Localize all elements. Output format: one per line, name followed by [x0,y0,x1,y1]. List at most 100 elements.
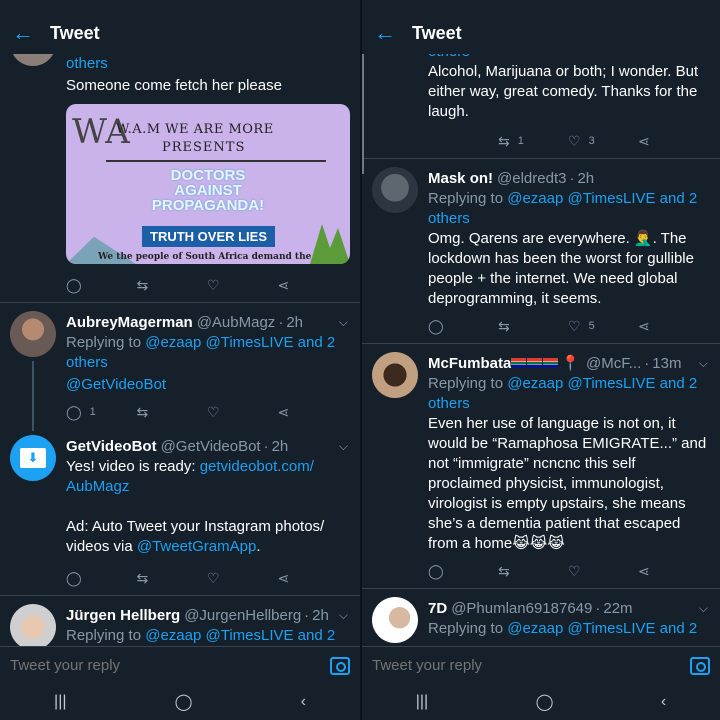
mention-link[interactable]: others [428,395,470,412]
reply-button[interactable]: ◯ [428,318,498,335]
back-button[interactable]: ← [362,12,408,54]
tweet[interactable]: McFumbata 📍 @McF... · 13m ⌵ Replying to … [362,344,720,588]
reply-button[interactable]: ◯ [66,277,137,294]
feed[interactable]: others Someone come fetch her please WA … [0,54,360,646]
like-button[interactable]: ♡ [207,404,278,421]
share-button[interactable]: ⋖ [638,318,708,335]
reply-button[interactable]: ◯ [66,570,137,587]
system-back-button[interactable]: ‹ [661,693,666,711]
tweet[interactable]: Jürgen Hellberg @JurgenHellberg · 2h ⌵ R… [0,596,360,646]
mention-link[interactable]: @ezaap @TimesLIVE and 2 [507,375,697,392]
avatar[interactable] [10,604,56,646]
reply-count: 1 [89,406,96,418]
reply-input[interactable] [10,657,330,674]
handle[interactable]: @eldredt3 [497,170,566,187]
handle[interactable]: @JurgenHellberg [184,607,301,624]
chevron-down-icon[interactable]: ⌵ [339,439,348,454]
tweet[interactable]: others Someone come fetch her please WA … [0,54,360,302]
chevron-down-icon[interactable]: ⌵ [339,608,348,623]
url-link[interactable]: getvideobot.com/ [200,458,314,475]
display-name[interactable]: AubreyMagerman [66,314,193,331]
mention-link[interactable]: others [66,55,108,72]
heart-icon: ♡ [568,132,581,149]
retweet-button[interactable]: ⇆ [137,570,208,587]
share-button[interactable]: ⋖ [278,570,349,587]
mention-link[interactable]: @GetVideoBot [66,376,166,393]
chevron-down-icon[interactable]: ⌵ [339,315,348,330]
text-segment: videos via [66,538,137,555]
tweet[interactable]: Mask on! @eldredt3 · 2h Replying to @eza… [362,159,720,343]
south-africa-flag-icon [543,358,559,368]
mention-link[interactable]: others [428,210,470,227]
share-button[interactable]: ⋖ [278,404,349,421]
back-button[interactable]: ← [0,12,46,54]
retweet-button[interactable]: ⇆ [498,563,568,580]
retweet-button[interactable]: ⇆ [137,277,208,294]
camera-icon[interactable] [330,656,350,675]
reply-bar [0,646,360,684]
like-button[interactable]: ♡ [568,563,638,580]
share-button[interactable]: ⋖ [278,277,349,294]
recent-apps-button[interactable]: ||| [54,693,66,711]
system-back-button[interactable]: ‹ [301,693,306,711]
avatar[interactable] [10,311,56,357]
reply-button[interactable]: ◯ 1 [66,404,137,421]
reply-tail[interactable]: others [66,54,348,74]
tweet[interactable]: AubreyMagerman @AubMagz · 2h ⌵ Replying … [0,303,360,431]
reply-icon: ◯ [66,276,82,293]
avatar[interactable] [372,597,418,643]
display-name[interactable]: McFumbata [428,355,511,372]
retweet-button[interactable]: ⇆ 1 [498,133,568,150]
like-button[interactable]: ♡ [207,570,278,587]
mention-link[interactable]: others [66,354,108,371]
share-icon: ⋖ [638,132,650,149]
share-button[interactable]: ⋖ [638,563,708,580]
retweet-button[interactable]: ⇆ [137,404,208,421]
image-footer: We the people of South Africa demand the [98,252,312,262]
like-button[interactable]: ♡ 3 [568,133,638,150]
like-button[interactable]: ♡ [207,277,278,294]
display-name[interactable]: GetVideoBot [66,438,157,455]
mention-link[interactable]: @ezaap @TimesLIVE and 2 [507,190,697,207]
url-link[interactable]: AubMagz [66,478,129,495]
home-button[interactable]: ◯ [536,692,554,712]
retweet-button[interactable]: ⇆ [498,318,568,335]
recent-apps-button[interactable]: ||| [416,693,428,711]
tweet[interactable]: ⬇ GetVideoBot @GetVideoBot · 2h ⌵ Yes! v… [0,429,360,595]
like-count: 3 [588,135,595,147]
display-name[interactable]: Jürgen Hellberg [66,607,180,624]
separator-dot: · [263,437,269,455]
handle[interactable]: @GetVideoBot [161,438,261,455]
chevron-down-icon[interactable]: ⌵ [699,601,708,616]
header: ← Tweet [362,12,720,54]
handle[interactable]: @Phumlan69187649 [451,600,592,617]
avatar[interactable]: ⬇ [10,435,56,481]
avatar[interactable] [372,352,418,398]
tweet[interactable]: others Alcohol, Marijuana or both; I won… [362,54,720,158]
handle[interactable]: @McF... [586,355,641,372]
mention-link[interactable]: @ezaap @TimesLIVE and 2 [145,334,335,351]
reply-button[interactable]: ◯ [428,563,498,580]
display-name[interactable]: Mask on! [428,170,493,187]
feed[interactable]: others Alcohol, Marijuana or both; I won… [362,54,720,646]
display-name[interactable]: 7D [428,600,447,617]
home-button[interactable]: ◯ [175,692,193,712]
like-button[interactable]: ♡ 5 [568,318,638,335]
tweet-text: Omg. Qarens are everywhere. 🤦‍♂️. The lo… [428,230,694,307]
reply-input[interactable] [372,657,690,674]
camera-icon[interactable] [690,656,710,675]
avatar[interactable] [372,167,418,213]
arrow-left-icon: ← [12,20,34,45]
avatar[interactable] [10,54,56,66]
image-title-line2: AGAINST [174,182,242,199]
reply-tail[interactable]: others [428,54,708,62]
tweet[interactable]: 7D @Phumlan69187649 · 22m ⌵ Replying to … [362,589,720,643]
chevron-down-icon[interactable]: ⌵ [699,356,708,371]
mention-link[interactable]: @ezaap @TimesLIVE and 2 [507,620,697,637]
handle[interactable]: @AubMagz [197,314,276,331]
mention-link[interactable]: @ezaap @TimesLIVE and 2 [145,627,335,644]
share-button[interactable]: ⋖ [638,133,708,150]
mention-link[interactable]: others [428,54,470,60]
tweet-image[interactable]: WA W.A.M WE ARE MORE PRESENTS DOCTORS AG… [66,104,350,264]
mention-link[interactable]: @TweetGramApp [137,538,256,555]
